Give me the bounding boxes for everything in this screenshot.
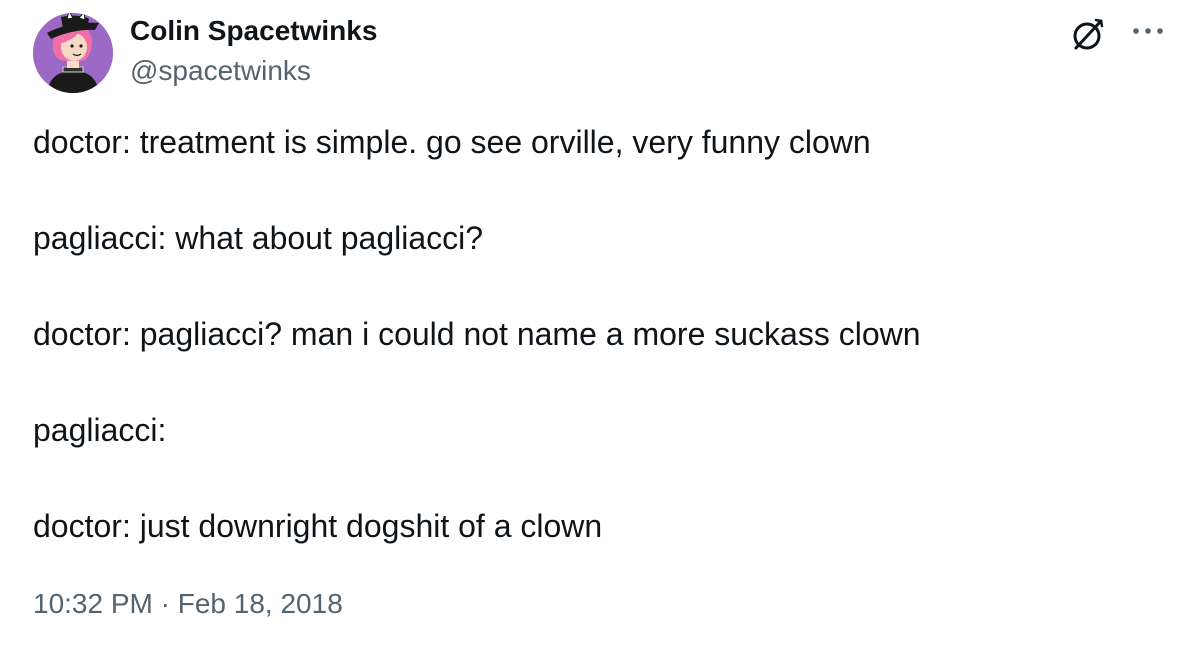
tweet-text: doctor: treatment is simple. go see orvi… — [33, 120, 1163, 548]
tweet-timestamp: 10:32 PM · Feb 18, 2018 — [33, 584, 343, 624]
tweet-time[interactable]: 10:32 PM — [33, 588, 153, 619]
tweet-line: doctor: treatment is simple. go see orvi… — [33, 124, 871, 160]
author-display-name[interactable]: Colin Spacetwinks — [130, 13, 377, 49]
meta-separator: · — [160, 588, 170, 619]
avatar[interactable] — [33, 13, 113, 93]
tweet-date[interactable]: Feb 18, 2018 — [178, 588, 343, 619]
avatar-illustration — [33, 13, 113, 93]
more-icon[interactable] — [1126, 16, 1170, 46]
tweet-line: doctor: pagliacci? man i could not name … — [33, 316, 921, 352]
tweet-line: pagliacci: — [33, 412, 167, 448]
grok-icon[interactable] — [1068, 14, 1108, 54]
tweet-line: doctor: just downright dogshit of a clow… — [33, 508, 603, 544]
author-handle[interactable]: @spacetwinks — [130, 53, 311, 89]
tweet-line: pagliacci: what about pagliacci? — [33, 220, 484, 256]
tweet: Colin Spacetwinks @spacetwinks doctor: t… — [0, 0, 1196, 658]
